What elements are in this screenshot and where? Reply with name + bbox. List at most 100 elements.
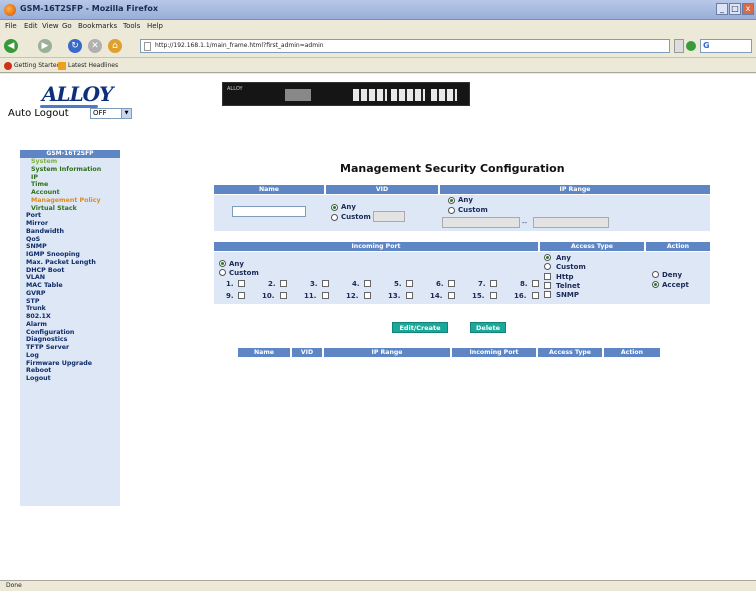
sidebar-menu: GSM-16T2SFP System System Information IP… <box>20 150 120 506</box>
ip-custom-radio[interactable] <box>448 207 455 214</box>
port-12-checkbox[interactable] <box>364 292 371 299</box>
sidebar-item-virtual-stack[interactable]: Virtual Stack <box>20 205 120 213</box>
port-5-checkbox[interactable] <box>406 280 413 287</box>
port-15-checkbox[interactable] <box>490 292 497 299</box>
port-3-checkbox[interactable] <box>322 280 329 287</box>
forward-icon[interactable]: ▶ <box>38 39 52 53</box>
access-telnet-checkbox[interactable] <box>544 282 551 289</box>
home-icon[interactable]: ⌂ <box>108 39 122 53</box>
access-custom-radio[interactable] <box>544 263 551 270</box>
sidebar-item-configuration[interactable]: Configuration <box>20 329 120 337</box>
sidebar-item-mirror[interactable]: Mirror <box>20 220 120 228</box>
sidebar-item-max-packet-length[interactable]: Max. Packet Length <box>20 259 120 267</box>
sidebar-item-8021x[interactable]: 802.1X <box>20 313 120 321</box>
port-any-label: Any <box>229 260 244 268</box>
access-http-checkbox[interactable] <box>544 273 551 280</box>
port-any-radio[interactable] <box>219 260 226 267</box>
sidebar-item-dhcp-boot[interactable]: DHCP Boot <box>20 267 120 275</box>
vid-any-radio[interactable] <box>331 204 338 211</box>
access-snmp-checkbox[interactable] <box>544 291 551 298</box>
menu-tools[interactable]: Tools <box>123 22 140 30</box>
port-9-checkbox[interactable] <box>238 292 245 299</box>
port-1-checkbox[interactable] <box>238 280 245 287</box>
port-10-checkbox[interactable] <box>280 292 287 299</box>
port-6-checkbox[interactable] <box>448 280 455 287</box>
sidebar-item-management-policy[interactable]: Management Policy <box>20 197 120 205</box>
access-http-label: Http <box>556 273 574 281</box>
ip-any-radio[interactable] <box>448 197 455 204</box>
back-icon[interactable]: ◀ <box>4 39 18 53</box>
delete-button[interactable]: Delete <box>470 322 506 333</box>
sidebar-item-igmp-snooping[interactable]: IGMP Snooping <box>20 251 120 259</box>
action-deny-radio[interactable] <box>652 271 659 278</box>
menu-edit[interactable]: Edit <box>24 22 38 30</box>
sidebar-item-tftp-server[interactable]: TFTP Server <box>20 344 120 352</box>
reload-icon[interactable]: ↻ <box>68 39 82 53</box>
action-deny-label: Deny <box>662 271 683 279</box>
sidebar-item-trunk[interactable]: Trunk <box>20 305 120 313</box>
menu-go[interactable]: Go <box>62 22 72 30</box>
action-accept-radio[interactable] <box>652 281 659 288</box>
auto-logout-select[interactable]: OFF ▼ <box>90 108 132 119</box>
port-14-checkbox[interactable] <box>448 292 455 299</box>
result-incoming-port-header: Incoming Port <box>452 348 536 357</box>
name-input[interactable] <box>232 206 306 217</box>
sidebar-item-reboot[interactable]: Reboot <box>20 367 120 375</box>
port-8-checkbox[interactable] <box>532 280 539 287</box>
search-input[interactable]: G <box>700 39 752 53</box>
close-button[interactable]: x <box>742 3 754 15</box>
sidebar-item-system-information[interactable]: System Information <box>20 166 120 174</box>
sidebar-item-account[interactable]: Account <box>20 189 120 197</box>
banner-port-block <box>285 89 311 101</box>
port-7-checkbox[interactable] <box>490 280 497 287</box>
result-name-header: Name <box>238 348 290 357</box>
status-text: Done <box>6 582 22 589</box>
sidebar-item-logout[interactable]: Logout <box>20 375 120 383</box>
edit-create-button[interactable]: Edit/Create <box>392 322 448 333</box>
vid-column-header: VID <box>326 185 438 194</box>
menu-view[interactable]: View <box>42 22 59 30</box>
sidebar-item-log[interactable]: Log <box>20 352 120 360</box>
vid-input[interactable] <box>373 211 405 222</box>
port-2-checkbox[interactable] <box>280 280 287 287</box>
sidebar-item-snmp[interactable]: SNMP <box>20 243 120 251</box>
port-11-checkbox[interactable] <box>322 292 329 299</box>
port-custom-radio[interactable] <box>219 269 226 276</box>
bookmark-getting-started[interactable]: Getting Started <box>14 62 60 69</box>
alloy-logo: ALLOY <box>42 82 113 106</box>
port-4-checkbox[interactable] <box>364 280 371 287</box>
sidebar-item-ip[interactable]: IP <box>20 174 120 182</box>
sidebar-item-system[interactable]: System <box>20 158 120 166</box>
port-13-checkbox[interactable] <box>406 292 413 299</box>
search-engine-icon[interactable]: G <box>703 41 710 50</box>
sidebar-item-stp[interactable]: STP <box>20 298 120 306</box>
sidebar-item-time[interactable]: Time <box>20 181 120 189</box>
ip-end-input[interactable] <box>533 217 609 228</box>
sidebar-item-gvrp[interactable]: GVRP <box>20 290 120 298</box>
ip-start-input[interactable] <box>442 217 520 228</box>
menu-help[interactable]: Help <box>147 22 163 30</box>
stop-icon[interactable]: ✕ <box>88 39 102 53</box>
bookmark-latest-headlines[interactable]: Latest Headlines <box>68 62 118 69</box>
sidebar-item-port[interactable]: Port <box>20 212 120 220</box>
sidebar-item-alarm[interactable]: Alarm <box>20 321 120 329</box>
maximize-button[interactable]: □ <box>729 3 741 15</box>
vid-custom-radio[interactable] <box>331 214 338 221</box>
url-dropdown-icon[interactable] <box>674 39 684 53</box>
port-16-checkbox[interactable] <box>532 292 539 299</box>
menu-file[interactable]: File <box>5 22 17 30</box>
sidebar-item-qos[interactable]: QoS <box>20 236 120 244</box>
sidebar-item-bandwidth[interactable]: Bandwidth <box>20 228 120 236</box>
rss-icon <box>58 62 66 70</box>
sidebar-item-diagnostics[interactable]: Diagnostics <box>20 336 120 344</box>
sidebar-item-firmware-upgrade[interactable]: Firmware Upgrade <box>20 360 120 368</box>
menu-bookmarks[interactable]: Bookmarks <box>78 22 117 30</box>
url-bar[interactable]: http://192.168.1.1/main_frame.html?first… <box>140 39 670 53</box>
access-any-radio[interactable] <box>544 254 551 261</box>
go-icon[interactable] <box>686 41 696 51</box>
port-16-label: 16. <box>514 292 527 300</box>
page-content: ALLOY Auto Logout OFF ▼ ALLOY GSM-16T2SF… <box>0 74 756 580</box>
sidebar-item-vlan[interactable]: VLAN <box>20 274 120 282</box>
minimize-button[interactable]: _ <box>716 3 728 15</box>
sidebar-item-mac-table[interactable]: MAC Table <box>20 282 120 290</box>
